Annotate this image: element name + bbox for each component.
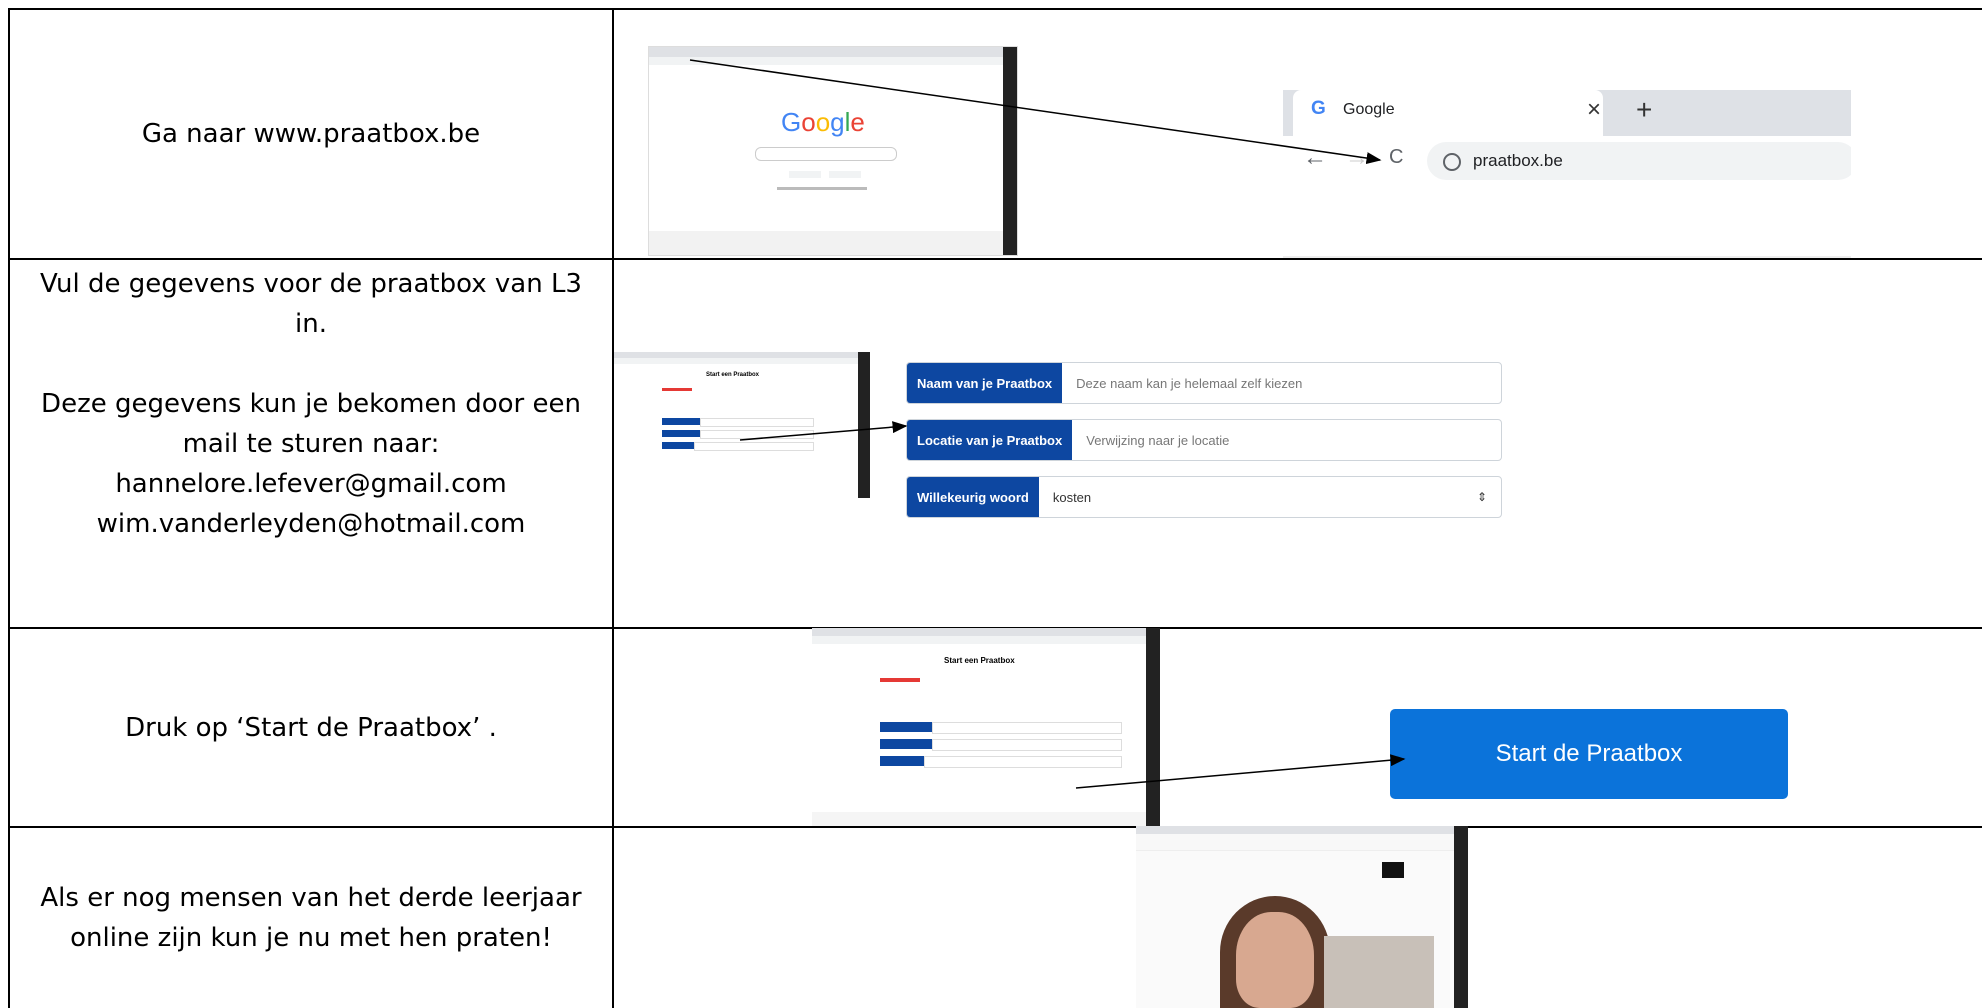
arrows-overlay bbox=[689, 59, 1406, 789]
arrow-start bbox=[1075, 754, 1406, 789]
arrow-url bbox=[689, 59, 1382, 165]
arrow-form bbox=[739, 421, 908, 441]
